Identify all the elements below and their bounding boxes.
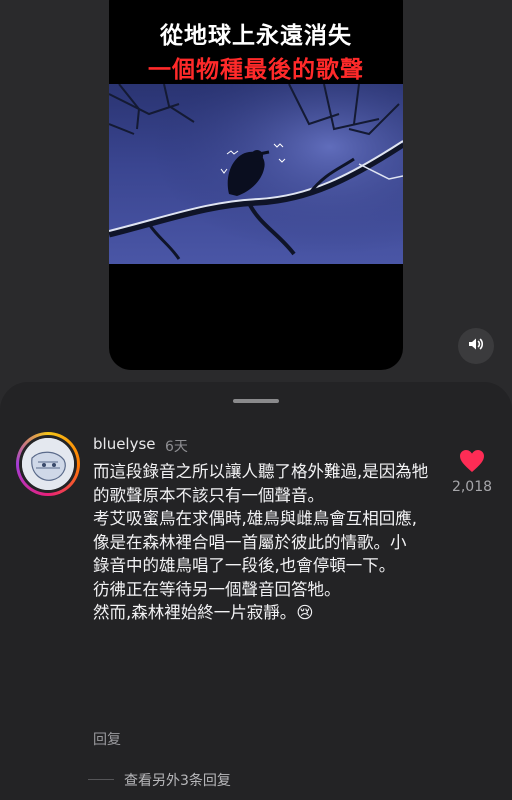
heart-icon[interactable]: [459, 449, 485, 477]
reply-button[interactable]: 回复: [93, 729, 121, 749]
sound-toggle-button[interactable]: [458, 328, 494, 364]
view-more-replies-button[interactable]: 查看另外3条回复: [124, 770, 231, 790]
comment-line: 而這段錄音之所以讓人聽了格外難過,是因為牠的歌聲原本不該只有一個聲音。: [93, 462, 429, 505]
video-title-line2: 一個物種最後的歌聲: [148, 57, 364, 83]
video-frame: [109, 84, 403, 264]
comment-time: 6天: [165, 439, 188, 455]
speaker-icon: [467, 335, 485, 357]
video-title-line1: 從地球上永遠消失: [160, 23, 352, 49]
comment-line: 錄音中的雄鳥唱了一段後,也會停頓一下。: [93, 556, 396, 575]
avatar[interactable]: [16, 432, 80, 496]
avatar-image: [22, 438, 74, 490]
comment-line: 然而,森林裡始終一片寂靜。😢: [93, 603, 314, 622]
video-player[interactable]: 從地球上永遠消失 一個物種最後的歌聲: [109, 0, 403, 370]
comment-username[interactable]: bluelyse: [93, 435, 156, 453]
video-area: 從地球上永遠消失 一個物種最後的歌聲: [0, 0, 512, 385]
comment-text: 而這段錄音之所以讓人聽了格外難過,是因為牠的歌聲原本不該只有一個聲音。 考艾吸蜜…: [93, 460, 433, 625]
comments-sheet: bluelyse 6天 而這段錄音之所以讓人聽了格外難過,是因為牠的歌聲原本不該…: [0, 382, 512, 800]
divider: [88, 779, 114, 780]
comment-line: 考艾吸蜜鳥在求偶時,雄鳥與雌鳥會互相回應,像是在森林裡合唱一首屬於彼此的情歌。小: [93, 509, 417, 552]
sheet-drag-handle[interactable]: [233, 399, 279, 403]
comment-line: 彷彿正在等待另一個聲音回答牠。: [93, 579, 341, 599]
bird-on-branch-image: [109, 84, 403, 264]
like-count: 2,018: [451, 479, 493, 495]
